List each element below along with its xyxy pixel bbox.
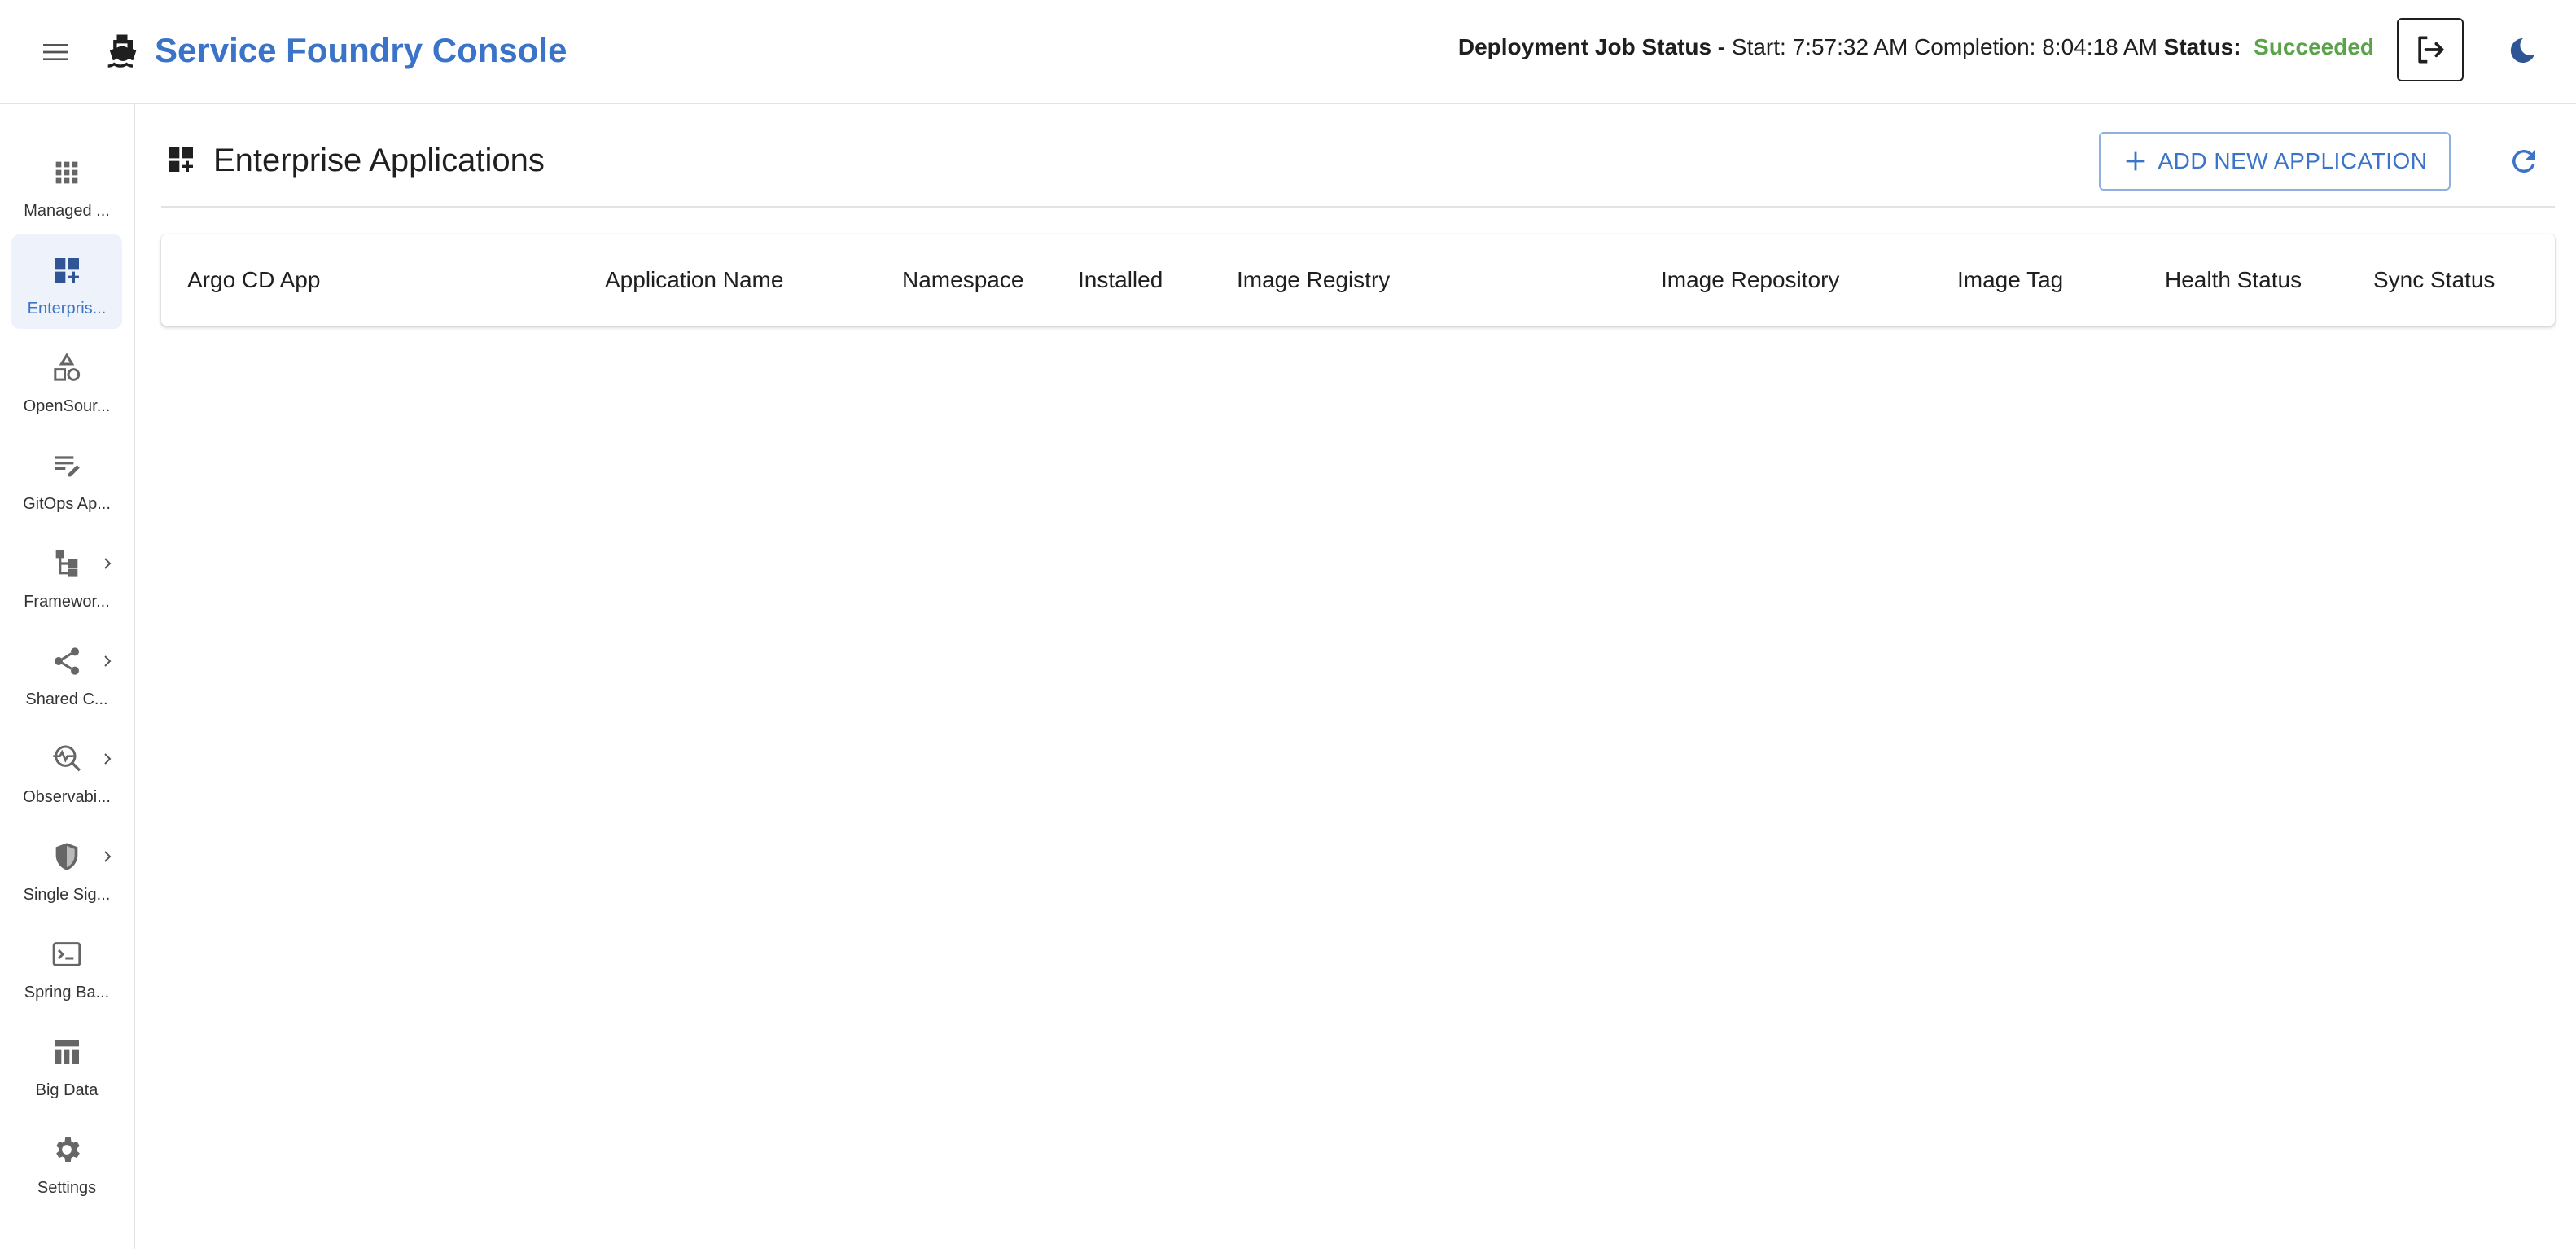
shapes-icon	[49, 350, 85, 386]
hamburger-menu-icon	[43, 44, 68, 60]
applications-table: Argo CD App Application Name Namespace I…	[161, 234, 2555, 326]
sidebar-item-managed[interactable]: Managed ...	[11, 137, 122, 231]
completion-time: 8:04:18 AM	[2042, 34, 2158, 59]
sidebar: Managed ... Enterpris... OpenSour... Git…	[0, 104, 135, 1249]
column-header-image-repository[interactable]: Image Repository	[1661, 234, 1839, 326]
sidebar-item-label: GitOps Ap...	[23, 495, 111, 513]
sidebar-item-settings[interactable]: Settings	[11, 1114, 122, 1208]
moon-icon	[2510, 38, 2534, 63]
chevron-right-icon	[96, 845, 119, 868]
ship-logo-icon	[107, 34, 137, 68]
sidebar-item-label: Single Sig...	[23, 886, 111, 904]
column-header-installed[interactable]: Installed	[1078, 234, 1163, 326]
status-label: Status:	[2163, 34, 2241, 59]
table-icon	[49, 1034, 85, 1070]
page-title: Enterprise Applications	[213, 142, 545, 178]
refresh-icon	[2512, 150, 2535, 173]
sidebar-item-spring[interactable]: Spring Ba...	[11, 918, 122, 1013]
column-header-argocd-app[interactable]: Argo CD App	[187, 234, 320, 326]
start-label: Start:	[1731, 34, 1786, 59]
chevron-right-icon	[96, 650, 119, 673]
sidebar-item-label: Spring Ba...	[24, 984, 110, 1001]
plus-icon	[2127, 151, 2145, 171]
share-icon	[49, 643, 85, 679]
sidebar-item-label: Framewor...	[24, 593, 110, 611]
sidebar-item-label: Enterpris...	[27, 300, 107, 318]
logout-button[interactable]	[2397, 18, 2464, 81]
account-tree-icon	[49, 546, 85, 581]
gear-icon	[49, 1132, 85, 1168]
add-new-application-button[interactable]: ADD NEW APPLICATION	[2099, 132, 2451, 191]
monitor-search-icon	[49, 741, 85, 777]
dashboard-add-icon	[169, 147, 193, 172]
sidebar-item-label: Big Data	[35, 1081, 99, 1099]
shield-icon	[49, 839, 85, 874]
column-header-image-registry[interactable]: Image Registry	[1237, 234, 1390, 326]
header-divider	[161, 206, 2555, 208]
sidebar-item-sso[interactable]: Single Sig...	[11, 821, 122, 915]
job-status-label: Deployment Job Status -	[1457, 34, 1726, 59]
sidebar-item-gitops[interactable]: GitOps Ap...	[11, 430, 122, 524]
column-header-namespace[interactable]: Namespace	[902, 234, 1023, 326]
column-header-health-status[interactable]: Health Status	[2165, 234, 2302, 326]
add-new-application-label: ADD NEW APPLICATION	[2158, 148, 2428, 173]
app-bar: Service Foundry Console Deployment Job S…	[0, 0, 2576, 104]
sidebar-item-label: Observabi...	[23, 788, 111, 806]
sidebar-item-label: Managed ...	[24, 202, 110, 220]
edit-note-icon	[49, 448, 85, 484]
sidebar-item-opensource[interactable]: OpenSour...	[11, 332, 122, 427]
app-title: Service Foundry Console	[155, 31, 567, 69]
chevron-right-icon	[96, 747, 119, 770]
completion-label: Completion:	[1914, 34, 2036, 59]
status-value: Succeeded	[2254, 34, 2374, 59]
sidebar-item-label: OpenSour...	[23, 397, 111, 415]
theme-toggle-button[interactable]	[2503, 31, 2542, 70]
menu-button[interactable]	[36, 33, 75, 72]
sidebar-item-observability[interactable]: Observabi...	[11, 723, 122, 817]
sidebar-item-enterprise[interactable]: Enterpris...	[11, 234, 122, 329]
chevron-right-icon	[96, 552, 119, 575]
dashboard-add-icon	[49, 252, 85, 288]
sidebar-item-label: Shared C...	[25, 690, 108, 708]
column-header-sync-status[interactable]: Sync Status	[2373, 234, 2495, 326]
deployment-job-status: Deployment Job Status - Start: 7:57:32 A…	[1458, 24, 2374, 70]
terminal-icon	[49, 936, 85, 972]
sidebar-item-label: Settings	[37, 1179, 97, 1197]
refresh-button[interactable]	[2504, 142, 2543, 181]
sidebar-item-framework[interactable]: Framewor...	[11, 528, 122, 622]
sidebar-item-shared[interactable]: Shared C...	[11, 625, 122, 720]
column-header-image-tag[interactable]: Image Tag	[1957, 234, 2063, 326]
start-time: 7:57:32 AM	[1792, 34, 1908, 59]
column-header-application-name[interactable]: Application Name	[605, 234, 783, 326]
apps-grid-icon	[49, 155, 85, 191]
logout-icon	[2418, 36, 2444, 64]
sidebar-item-bigdata[interactable]: Big Data	[11, 1016, 122, 1111]
